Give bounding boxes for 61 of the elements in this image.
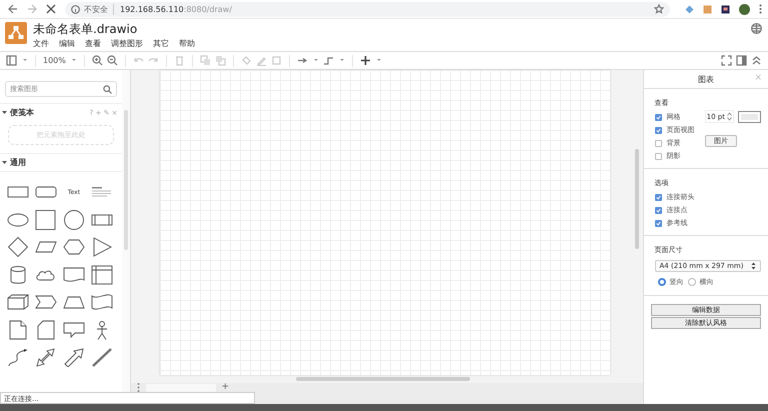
diamond-shape-icon[interactable]	[6, 237, 30, 257]
avatar-icon[interactable]	[739, 4, 750, 14]
menu-item[interactable]: 其它	[153, 37, 169, 51]
collapse-icon[interactable]	[751, 55, 762, 66]
close-icon[interactable]	[46, 4, 56, 14]
menu-item[interactable]: 调整图形	[111, 37, 143, 51]
zoom-out-icon[interactable]	[106, 55, 118, 66]
storage-shape-icon[interactable]	[90, 264, 114, 284]
expand-caret-icon	[2, 160, 7, 165]
expand-caret-icon	[2, 110, 7, 115]
security-label: 不安全	[84, 4, 114, 14]
section-header[interactable]: 通用	[0, 153, 122, 171]
fullscreen-icon[interactable]	[721, 55, 732, 66]
scrollbar-thumb[interactable]	[124, 110, 128, 250]
checkbox[interactable]	[654, 152, 662, 160]
plus-icon[interactable]	[360, 55, 371, 66]
tape-shape-icon[interactable]	[90, 292, 114, 312]
checkbox[interactable]	[654, 206, 662, 214]
format-panel-icon[interactable]	[736, 55, 747, 66]
menu-item[interactable]: 查看	[85, 37, 101, 51]
panel-tab[interactable]: 图表	[698, 74, 714, 84]
menu-item[interactable]: 编辑	[59, 37, 75, 51]
search-icon	[102, 84, 112, 94]
app-logo-icon	[5, 22, 27, 44]
panel-icon[interactable]	[6, 55, 17, 66]
document-title[interactable]: 未命名表单.drawio	[33, 22, 745, 37]
checkbox[interactable]	[654, 220, 662, 226]
line-shape-icon[interactable]	[90, 347, 114, 367]
checkbox[interactable]	[654, 114, 662, 120]
grid-color-button[interactable]	[738, 110, 761, 122]
checkbox[interactable]	[654, 194, 662, 200]
star-icon[interactable]	[654, 4, 664, 14]
radio-button[interactable]	[658, 278, 666, 286]
callout-shape-icon[interactable]	[62, 320, 86, 340]
scrollbar-thumb[interactable]	[634, 149, 638, 249]
menu-item[interactable]: 文件	[33, 37, 49, 51]
info-icon	[71, 4, 80, 14]
globe-icon[interactable]	[751, 23, 762, 34]
dropdown-arrows-icon	[751, 262, 756, 270]
zoom-dropdown[interactable]: 100%	[43, 56, 66, 65]
checkbox[interactable]	[654, 140, 662, 146]
square-shape-icon[interactable]	[34, 210, 58, 230]
hexagon-shape-icon[interactable]	[62, 237, 86, 257]
url-text: 192.168.56.110:8080/draw/	[119, 4, 233, 14]
checkbox[interactable]	[654, 126, 662, 134]
arrow-shape-icon[interactable]	[62, 347, 86, 367]
menu-item[interactable]: 帮助	[179, 37, 195, 51]
radio-button[interactable]	[688, 278, 696, 286]
document-shape-icon[interactable]	[62, 264, 86, 284]
circle-shape-icon[interactable]	[62, 210, 86, 230]
cube-shape-icon[interactable]	[6, 292, 30, 312]
more-icon[interactable]	[759, 4, 762, 14]
add-page-button[interactable]: +	[222, 384, 230, 391]
connector-icon[interactable]	[296, 55, 308, 66]
stepper-icon	[727, 112, 732, 121]
waypoint-icon[interactable]	[322, 55, 334, 66]
zoom-in-icon[interactable]	[92, 55, 103, 66]
back-icon[interactable]	[8, 4, 18, 14]
pages-menu-icon[interactable]	[136, 383, 140, 392]
address-field[interactable]: 不安全 192.168.56.110:8080/draw/	[65, 2, 670, 16]
curve-shape-icon[interactable]	[6, 347, 30, 367]
